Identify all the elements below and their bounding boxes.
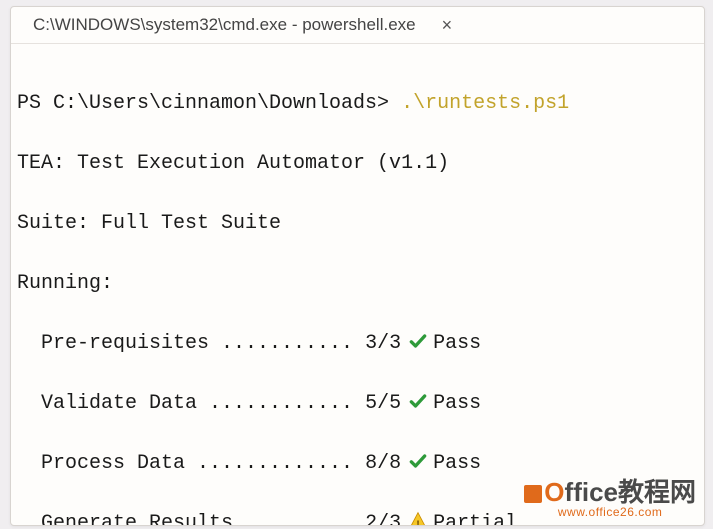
running-label: Running:	[17, 269, 694, 299]
test-label: Generate Results .........	[41, 509, 365, 526]
check-icon	[407, 449, 429, 479]
app-header: TEA: Test Execution Automator (v1.1)	[17, 149, 694, 179]
logo-square-icon	[524, 485, 542, 503]
test-status: Pass	[433, 389, 481, 419]
svg-text:!: !	[417, 519, 420, 526]
test-count: 3/3	[365, 329, 401, 359]
test-label: Validate Data ............	[41, 389, 365, 419]
warning-icon: !	[407, 509, 429, 526]
check-icon	[407, 329, 429, 359]
titlebar-divider	[11, 43, 704, 44]
watermark-logo: Office教程网 www.office26.com	[524, 479, 696, 519]
test-label: Process Data .............	[41, 449, 365, 479]
test-label: Pre-requisites ...........	[41, 329, 365, 359]
suite-line: Suite: Full Test Suite	[17, 209, 694, 239]
window-tab[interactable]: C:\WINDOWS\system32\cmd.exe - powershell…	[29, 7, 464, 43]
watermark-url: www.office26.com	[524, 506, 696, 519]
terminal-window: C:\WINDOWS\system32\cmd.exe - powershell…	[10, 6, 705, 526]
test-status: Pass	[433, 329, 481, 359]
test-row: Process Data ............. 8/8 Pass	[17, 449, 694, 479]
test-status: Pass	[433, 449, 481, 479]
watermark-text: ffice教程网	[565, 477, 696, 507]
close-icon[interactable]: ×	[438, 14, 457, 36]
prompt-text: PS C:\Users\cinnamon\Downloads>	[17, 92, 401, 115]
command-text: .\runtests.ps1	[401, 92, 569, 115]
terminal-output[interactable]: PS C:\Users\cinnamon\Downloads> .\runtes…	[11, 53, 704, 525]
test-row: Validate Data ............ 5/5 Pass	[17, 389, 694, 419]
window-title: C:\WINDOWS\system32\cmd.exe - powershell…	[33, 15, 416, 35]
watermark-o: O	[544, 477, 564, 507]
test-row: Pre-requisites ........... 3/3 Pass	[17, 329, 694, 359]
test-count: 8/8	[365, 449, 401, 479]
check-icon	[407, 389, 429, 419]
test-count: 2/3	[365, 509, 401, 526]
test-status: Partial	[433, 509, 517, 526]
test-count: 5/5	[365, 389, 401, 419]
